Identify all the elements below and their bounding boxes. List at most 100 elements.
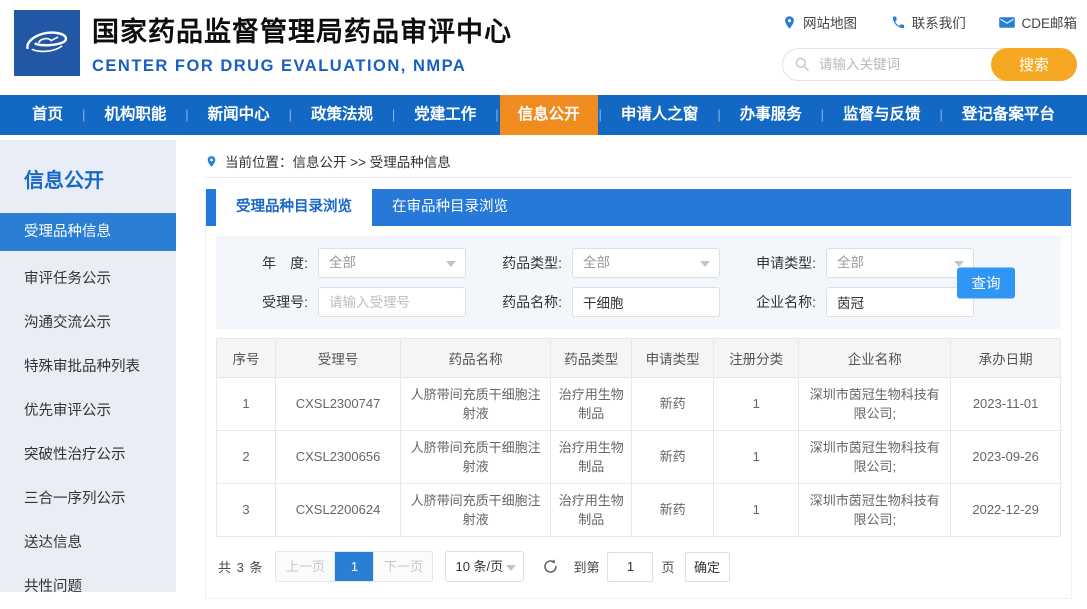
- nav-divider: [717, 95, 720, 135]
- phone-icon: [891, 15, 906, 30]
- company-label: 企业名称:: [744, 292, 816, 312]
- chevron-down-icon: [506, 565, 516, 571]
- filter-row-1: 年 度: 全部 药品类型: 全部 申请类型: 全部: [236, 248, 1061, 278]
- sidebar-title: 信息公开: [0, 140, 176, 199]
- company-field-wrap: [826, 287, 974, 317]
- cell-company: 深圳市茵冠生物科技有限公司;: [799, 484, 951, 537]
- prev-page-button[interactable]: 上一页: [276, 552, 334, 581]
- nav-divider: [82, 95, 85, 135]
- chevron-down-icon: [446, 261, 456, 267]
- site-title-block: 国家药品监督管理局药品审评中心 CENTER FOR DRUG EVALUATI…: [92, 10, 512, 76]
- col-header-acceptance-no: 受理号: [276, 339, 401, 378]
- filter-drug-name: 药品名称:: [490, 287, 720, 317]
- nav-item-registration-platform[interactable]: 登记备案平台: [944, 95, 1073, 135]
- cell-reg-class: 1: [714, 431, 799, 484]
- tab-under-review-catalog[interactable]: 在审品种目录浏览: [372, 189, 528, 226]
- drug-name-input[interactable]: [573, 288, 719, 316]
- nav-item-party[interactable]: 党建工作: [396, 95, 494, 135]
- col-header-apply-type: 申请类型: [632, 339, 714, 378]
- acceptance-no-input[interactable]: [319, 288, 465, 316]
- cell-date: 2023-11-01: [951, 378, 1061, 431]
- goto-page-input[interactable]: [607, 552, 653, 582]
- primary-nav: 首页 机构职能 新闻中心 政策法规 党建工作 信息公开 申请人之窗 办事服务 监…: [0, 95, 1087, 135]
- sitemap-link[interactable]: 网站地图: [782, 12, 857, 32]
- cell-index: 1: [217, 378, 276, 431]
- nav-item-services[interactable]: 办事服务: [722, 95, 820, 135]
- cell-apply-type: 新药: [632, 378, 714, 431]
- goto-confirm-button[interactable]: 确定: [685, 552, 730, 582]
- nav-item-policy[interactable]: 政策法规: [293, 95, 391, 135]
- table-row: 2 CXSL2300656 人脐带间充质干细胞注射液 治疗用生物制品 新药 1 …: [217, 431, 1061, 484]
- nav-item-news[interactable]: 新闻中心: [190, 95, 288, 135]
- cell-acceptance-no: CXSL2200624: [276, 484, 401, 537]
- nav-divider: [939, 95, 942, 135]
- cell-company: 深圳市茵冠生物科技有限公司;: [799, 431, 951, 484]
- page-size-select[interactable]: 10 条/页: [445, 551, 524, 582]
- next-page-button[interactable]: 下一页: [374, 552, 432, 581]
- site-title: 国家药品监督管理局药品审评中心: [92, 10, 512, 49]
- year-select[interactable]: 全部: [318, 248, 466, 278]
- nav-divider: [392, 95, 395, 135]
- cell-index: 3: [217, 484, 276, 537]
- mail-icon: [999, 16, 1015, 29]
- sidebar-item-three-in-one[interactable]: 三合一序列公示: [0, 477, 176, 521]
- drug-type-value: 全部: [583, 255, 610, 270]
- site-search: 搜索: [782, 48, 1077, 81]
- nav-item-supervision[interactable]: 监督与反馈: [825, 95, 939, 135]
- apply-type-value: 全部: [837, 255, 864, 270]
- cde-mail-link[interactable]: CDE邮箱: [999, 12, 1077, 32]
- cell-drug-type: 治疗用生物制品: [551, 431, 632, 484]
- table-row: 3 CXSL2200624 人脐带间充质干细胞注射液 治疗用生物制品 新药 1 …: [217, 484, 1061, 537]
- nav-item-functions[interactable]: 机构职能: [86, 95, 184, 135]
- year-label: 年 度:: [236, 253, 308, 273]
- filter-panel: 年 度: 全部 药品类型: 全部 申请类型: 全部: [216, 236, 1061, 329]
- site-header: 国家药品监督管理局药品审评中心 CENTER FOR DRUG EVALUATI…: [0, 0, 1087, 95]
- sidebar-item-accepted-varieties[interactable]: 受理品种信息: [0, 213, 176, 251]
- cell-company: 深圳市茵冠生物科技有限公司;: [799, 378, 951, 431]
- cde-mail-label: CDE邮箱: [1021, 12, 1077, 32]
- breadcrumb-label: 当前位置：信息公开 >> 受理品种信息: [225, 151, 451, 171]
- sidebar-item-common-questions[interactable]: 共性问题: [0, 565, 176, 609]
- search-button[interactable]: 搜索: [991, 48, 1077, 81]
- col-header-index: 序号: [217, 339, 276, 378]
- contact-link[interactable]: 联系我们: [891, 12, 966, 32]
- results-table: 序号 受理号 药品名称 药品类型 申请类型 注册分类 企业名称 承办日期 1 C…: [216, 338, 1061, 537]
- sidebar-item-special-approval[interactable]: 特殊审批品种列表: [0, 345, 176, 389]
- nav-divider: [495, 95, 498, 135]
- sidebar-item-delivery-info[interactable]: 送达信息: [0, 521, 176, 565]
- sidebar-item-review-tasks[interactable]: 审评任务公示: [0, 257, 176, 301]
- filter-company: 企业名称:: [744, 287, 974, 317]
- goto-page-prefix: 到第: [573, 557, 599, 576]
- query-button[interactable]: 查询: [957, 267, 1015, 298]
- acceptance-no-label: 受理号:: [236, 292, 308, 312]
- sidebar-item-breakthrough-therapy[interactable]: 突破性治疗公示: [0, 433, 176, 477]
- nav-item-applicant-window[interactable]: 申请人之窗: [603, 95, 717, 135]
- apply-type-select[interactable]: 全部: [826, 248, 974, 278]
- cell-drug-name: 人脐带间充质干细胞注射液: [400, 378, 550, 431]
- drug-name-label: 药品名称:: [490, 292, 562, 312]
- col-header-drug-name: 药品名称: [400, 339, 550, 378]
- cell-apply-type: 新药: [632, 484, 714, 537]
- company-input[interactable]: [827, 288, 973, 316]
- refresh-button[interactable]: [542, 558, 559, 575]
- nav-item-home[interactable]: 首页: [14, 95, 81, 135]
- drug-type-select[interactable]: 全部: [572, 248, 720, 278]
- cde-logo[interactable]: [14, 10, 80, 76]
- nav-item-info-disclosure[interactable]: 信息公开: [500, 95, 598, 135]
- col-header-company: 企业名称: [799, 339, 951, 378]
- cell-reg-class: 1: [714, 378, 799, 431]
- cell-date: 2023-09-26: [951, 431, 1061, 484]
- sidebar-item-communication[interactable]: 沟通交流公示: [0, 301, 176, 345]
- filter-row-2: 受理号: 药品名称: 企业名称:: [236, 287, 1061, 317]
- sidebar-item-priority-review[interactable]: 优先审评公示: [0, 389, 176, 433]
- content-panel: 受理品种目录浏览 在审品种目录浏览 年 度: 全部 药品类型: 全部: [205, 189, 1072, 599]
- nav-divider: [821, 95, 824, 135]
- page-number-button[interactable]: 1: [334, 552, 374, 581]
- page-button-group: 上一页 1 下一页: [275, 551, 433, 582]
- tab-accepted-catalog[interactable]: 受理品种目录浏览: [216, 189, 372, 226]
- cell-drug-type: 治疗用生物制品: [551, 484, 632, 537]
- location-pin-icon: [782, 15, 797, 30]
- filter-acceptance-no: 受理号:: [236, 287, 466, 317]
- site-subtitle: CENTER FOR DRUG EVALUATION, NMPA: [92, 57, 512, 76]
- acceptance-no-field-wrap: [318, 287, 466, 317]
